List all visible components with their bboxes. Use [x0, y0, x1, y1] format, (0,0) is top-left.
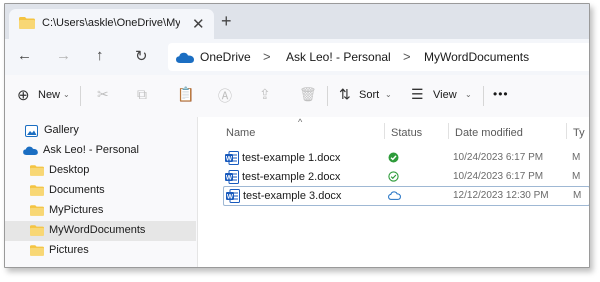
navigation-bar: ← → ↑ ↻ OneDrive > Ask Leo! - Personal >… — [5, 39, 589, 75]
breadcrumb-separator[interactable]: > — [403, 49, 411, 64]
breadcrumb-myworddocuments[interactable]: MyWordDocuments — [424, 50, 529, 64]
file-name: test-example 1.docx — [242, 152, 341, 164]
sort-label: Sort — [359, 89, 380, 101]
column-header-status[interactable]: Status — [391, 127, 422, 139]
folder-icon — [30, 205, 44, 216]
navigation-pane: Gallery Ask Leo! - Personal Desktop Docu… — [5, 117, 198, 267]
sidebar-item-label: Pictures — [49, 244, 89, 256]
share-icon[interactable]: ⇪ — [259, 86, 271, 103]
cloud-status-icon — [388, 191, 401, 200]
delete-icon[interactable]: 🗑 — [299, 86, 317, 103]
table-row[interactable]: W test-example 3.docx 12/12/2023 12:30 P… — [223, 186, 589, 206]
breadcrumb-ask-leo-personal[interactable]: Ask Leo! - Personal — [286, 50, 391, 64]
gallery-icon — [25, 125, 38, 137]
file-type: M — [572, 152, 581, 163]
toolbar-divider — [80, 86, 81, 106]
paste-icon[interactable]: 📋 — [177, 86, 194, 103]
column-divider[interactable] — [566, 123, 567, 139]
onedrive-cloud-icon — [176, 52, 194, 63]
view-label: View — [433, 89, 457, 101]
file-list: ^ Name Status Date modified Ty W test-ex… — [198, 117, 589, 267]
copy-icon[interactable]: ⧉ — [137, 86, 147, 103]
view-icon: ☰ — [411, 86, 424, 102]
onedrive-cloud-icon — [23, 146, 38, 155]
file-date-modified: 12/12/2023 12:30 PM — [453, 190, 549, 201]
tab-title: C:\Users\askle\OneDrive\MyW — [42, 17, 180, 29]
sidebar-item-label: MyPictures — [49, 204, 104, 216]
file-date-modified: 10/24/2023 6:17 PM — [453, 171, 544, 182]
new-tab-icon[interactable]: + — [221, 11, 232, 32]
new-label: New — [38, 89, 61, 101]
sidebar-item-myworddocuments[interactable]: MyWordDocuments — [5, 221, 196, 241]
view-button[interactable]: ☰ View ⌄ — [409, 81, 479, 111]
breadcrumb-onedrive[interactable]: OneDrive — [200, 50, 251, 64]
column-header-type[interactable]: Ty — [573, 127, 585, 139]
file-name: test-example 3.docx — [243, 190, 342, 202]
sidebar-item-mypictures[interactable]: MyPictures — [5, 201, 196, 221]
word-document-icon: W — [226, 189, 240, 203]
sidebar-item-pictures[interactable]: Pictures — [5, 241, 196, 261]
folder-icon — [19, 17, 35, 29]
svg-text:W: W — [227, 194, 234, 201]
breadcrumb-separator[interactable]: > — [263, 49, 271, 64]
folder-icon — [30, 245, 44, 256]
svg-text:W: W — [226, 156, 233, 163]
title-bar: C:\Users\askle\OneDrive\MyW ✕ + — [5, 4, 589, 39]
file-name: test-example 2.docx — [242, 171, 341, 183]
sidebar-item-label: Desktop — [49, 164, 90, 176]
sort-caret-icon: ^ — [298, 117, 303, 127]
table-row[interactable]: W test-example 2.docx 10/24/2023 6:17 PM… — [224, 168, 589, 186]
file-type: M — [572, 171, 581, 182]
column-divider[interactable] — [448, 123, 449, 139]
command-bar: ⊕ New ⌄ ✂ ⧉ 📋 Ⓐ ⇪ 🗑 ⇅ Sort ⌄ ☰ View ⌄ ••… — [5, 75, 589, 118]
folder-icon — [30, 225, 44, 236]
sidebar-item-ask-leo-personal[interactable]: Ask Leo! - Personal — [5, 141, 196, 161]
sidebar-item-desktop[interactable]: Desktop — [5, 161, 196, 181]
forward-icon[interactable]: → — [56, 47, 71, 64]
available-status-icon — [388, 152, 399, 163]
cut-icon[interactable]: ✂ — [97, 86, 109, 103]
folder-icon — [30, 185, 44, 196]
sidebar-item-documents[interactable]: Documents — [5, 181, 196, 201]
word-document-icon: W — [225, 170, 239, 184]
file-date-modified: 10/24/2023 6:17 PM — [453, 152, 544, 163]
table-row[interactable]: W test-example 1.docx 10/24/2023 6:17 PM… — [224, 149, 589, 167]
toolbar-divider — [327, 86, 328, 106]
sidebar-item-gallery[interactable]: Gallery — [5, 121, 196, 141]
chevron-down-icon: ⌄ — [385, 90, 392, 99]
column-header-name[interactable]: Name — [226, 127, 255, 139]
column-header-date-modified[interactable]: Date modified — [455, 127, 523, 139]
up-icon[interactable]: ↑ — [96, 47, 104, 64]
sidebar-item-label: Ask Leo! - Personal — [43, 144, 139, 156]
folder-icon — [30, 165, 44, 176]
word-document-icon: W — [225, 151, 239, 165]
file-type: M — [573, 190, 582, 201]
sidebar-item-label: Documents — [49, 184, 105, 196]
sidebar-item-label: MyWordDocuments — [49, 224, 146, 236]
window-tab[interactable]: C:\Users\askle\OneDrive\MyW ✕ — [9, 9, 214, 39]
chevron-down-icon: ⌄ — [63, 90, 70, 99]
new-button[interactable]: ⊕ New ⌄ — [13, 81, 73, 111]
explorer-window: C:\Users\askle\OneDrive\MyW ✕ + ← → ↑ ↻ … — [4, 3, 590, 268]
more-options-button[interactable]: ••• — [493, 87, 509, 101]
address-bar[interactable]: OneDrive > Ask Leo! - Personal > MyWordD… — [168, 43, 589, 71]
column-divider[interactable] — [384, 123, 385, 139]
plus-icon: ⊕ — [17, 87, 30, 104]
close-tab-icon[interactable]: ✕ — [192, 15, 205, 33]
available-outline-status-icon — [388, 171, 399, 182]
rename-icon[interactable]: Ⓐ — [218, 86, 232, 106]
refresh-icon[interactable]: ↻ — [135, 47, 148, 65]
svg-text:W: W — [226, 175, 233, 182]
sort-icon: ⇅ — [339, 86, 351, 102]
toolbar-divider — [483, 86, 484, 106]
sort-button[interactable]: ⇅ Sort ⌄ — [337, 81, 397, 111]
sidebar-item-label: Gallery — [44, 124, 79, 136]
back-icon[interactable]: ← — [17, 47, 32, 64]
chevron-down-icon: ⌄ — [465, 90, 472, 99]
